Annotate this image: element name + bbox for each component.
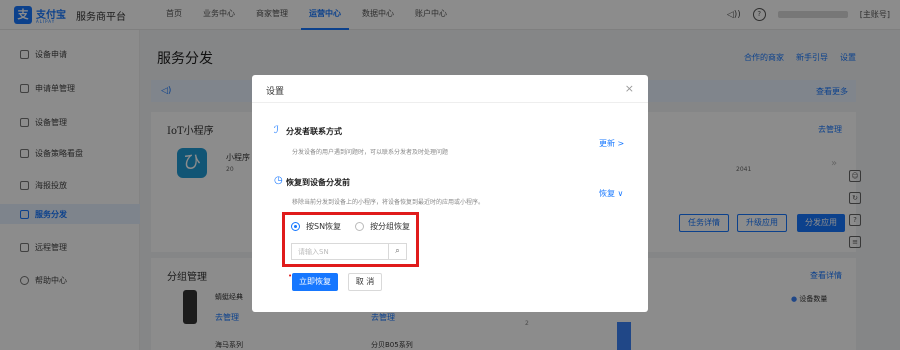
restore-now-button[interactable]: 立即恢复	[292, 273, 338, 291]
radio-by-sn[interactable]	[291, 222, 300, 231]
update-link[interactable]: 更新 >	[599, 138, 624, 149]
sn-search-box: ⌕	[291, 243, 407, 260]
settings-modal: 设置 × ℐ 分发者联系方式 分发设备的用户遇到问题时，可以联系分发者及时处理问…	[252, 75, 648, 312]
restore-mode-radios: 按SN恢复 按分组恢复	[291, 221, 410, 232]
contact-section-desc: 分发设备的用户遇到问题时，可以联系分发者及时处理问题	[292, 149, 449, 156]
restore-toggle[interactable]: 恢复 ∨	[599, 188, 623, 199]
radio-by-sn-label[interactable]: 按SN恢复	[306, 221, 341, 232]
search-icon[interactable]: ⌕	[388, 244, 406, 259]
modal-title: 设置	[266, 87, 285, 97]
contact-section-title: 分发者联系方式	[286, 127, 342, 136]
clock-icon: ◷	[274, 175, 283, 186]
close-icon[interactable]: ×	[625, 82, 634, 95]
restore-section-desc: 移除当前分发到设备上的小程序，将设备恢复到最近时的应用或小程序。	[292, 199, 485, 206]
restore-section-title: 恢复到设备分发前	[286, 178, 350, 187]
link-icon: ℐ	[274, 125, 279, 136]
modal-header: 设置 ×	[252, 75, 648, 103]
cancel-button[interactable]: 取 消	[348, 273, 382, 291]
sn-search-input[interactable]	[292, 244, 388, 259]
radio-by-group-label[interactable]: 按分组恢复	[370, 221, 410, 232]
radio-by-group[interactable]	[355, 222, 365, 231]
